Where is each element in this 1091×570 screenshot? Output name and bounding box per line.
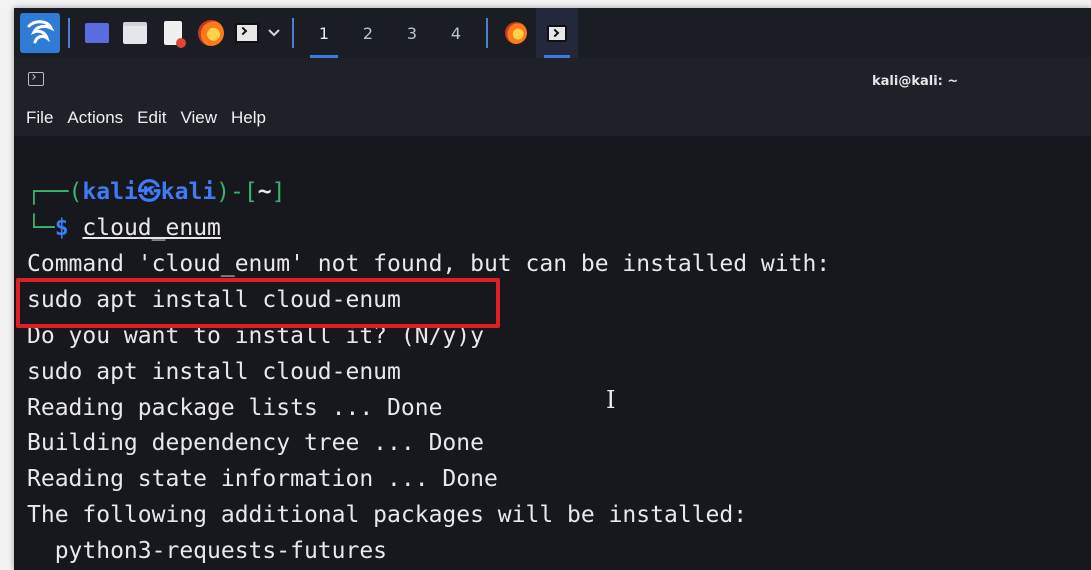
kali-menu-button[interactable] <box>14 8 60 58</box>
taskbar-separator <box>486 18 488 48</box>
prompt-bracket: ┌──( <box>27 179 83 205</box>
taskbar: 1 2 3 4 <box>14 8 1091 58</box>
output-line: Reading state information ... Done <box>27 466 498 492</box>
menu-edit[interactable]: Edit <box>137 108 166 128</box>
file-manager-icon <box>123 22 147 44</box>
terminal-icon <box>547 24 567 42</box>
terminal-dropdown-button[interactable] <box>264 8 284 58</box>
show-desktop-button[interactable] <box>78 8 116 58</box>
output-line: The following additional packages will b… <box>27 502 748 528</box>
prompt-bracket: ] <box>271 179 286 205</box>
firefox-icon <box>505 22 527 44</box>
text-editor-button[interactable] <box>154 8 192 58</box>
prompt-dollar: $ <box>54 215 69 241</box>
prompt-at-symbol: ㉿ <box>137 179 161 205</box>
output-line: Command 'cloud_enum' not found, but can … <box>27 251 831 277</box>
workspace-2[interactable]: 2 <box>346 8 390 58</box>
window-titlebar[interactable]: kali@kali: ~ <box>14 58 1091 100</box>
output-line: Reading package lists ... Done <box>27 395 443 421</box>
prompt-line-2: └─$ cloud_enum <box>27 213 221 243</box>
text-cursor-icon: I <box>606 386 616 414</box>
prompt-bracket: )-[ <box>216 179 258 205</box>
terminal-icon <box>28 72 44 86</box>
chevron-down-icon <box>268 29 280 37</box>
menu-bar: File Actions Edit View Help <box>14 100 1091 136</box>
text-editor-icon <box>164 21 186 48</box>
window-title: kali@kali: ~ <box>872 74 959 89</box>
workspace-label: 4 <box>450 23 462 43</box>
workspace-3[interactable]: 3 <box>390 8 434 58</box>
terminal-launcher-button[interactable] <box>230 8 264 58</box>
workspace-1[interactable]: 1 <box>302 8 346 58</box>
menu-actions[interactable]: Actions <box>67 108 123 128</box>
prompt-corner: └─ <box>27 215 55 241</box>
terminal-icon <box>235 23 259 43</box>
prompt-user: kali <box>82 179 138 205</box>
screenshot-frame: 1 2 3 4 kali@kali: ~ File Actions Edit V… <box>14 8 1091 570</box>
show-desktop-icon <box>85 23 109 43</box>
output-line: sudo apt install cloud-enum <box>27 359 401 385</box>
firefox-icon <box>198 20 224 46</box>
taskbar-separator <box>68 18 70 48</box>
taskbar-window-terminal[interactable] <box>536 8 578 58</box>
workspace-label: 2 <box>362 23 374 43</box>
menu-help[interactable]: Help <box>231 108 266 128</box>
output-line: python3-requests-futures <box>27 538 388 564</box>
taskbar-separator <box>292 18 294 48</box>
terminal-output[interactable]: ┌──(kali㉿kali)-[~] └─$ cloud_enum Comman… <box>14 136 1091 570</box>
taskbar-window-firefox[interactable] <box>496 8 536 58</box>
kali-dragon-icon <box>20 13 60 53</box>
highlight-annotation-box <box>16 278 500 328</box>
workspace-4[interactable]: 4 <box>434 8 478 58</box>
prompt-host: kali <box>160 179 217 205</box>
menu-view[interactable]: View <box>180 108 217 128</box>
typed-command: cloud_enum <box>82 215 221 241</box>
workspace-label: 3 <box>406 23 418 43</box>
file-manager-button[interactable] <box>116 8 154 58</box>
workspace-label: 1 <box>318 23 330 43</box>
output-line: Building dependency tree ... Done <box>27 430 484 456</box>
prompt-path: ~ <box>257 179 272 205</box>
firefox-button[interactable] <box>192 8 230 58</box>
prompt-line-1: ┌──(kali㉿kali)-[~] <box>27 177 285 207</box>
menu-file[interactable]: File <box>26 108 53 128</box>
